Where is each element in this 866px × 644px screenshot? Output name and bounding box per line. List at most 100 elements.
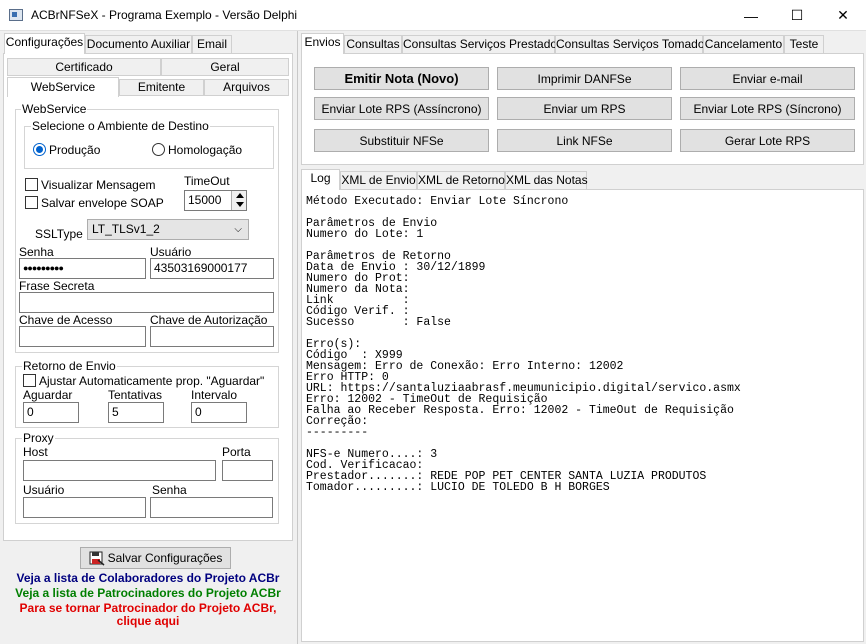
log-tabstrip: Log XML de Envio XML de Retorno XML das … xyxy=(301,169,601,191)
tab-consultas-prestados[interactable]: Consultas Serviços Prestados xyxy=(402,35,563,54)
ssltype-value: LT_TLSv1_2 xyxy=(92,222,160,236)
enviar-lote-sincrono-button[interactable]: Enviar Lote RPS (Síncrono) xyxy=(680,97,855,120)
save-icon xyxy=(89,551,105,566)
chave-autorizacao-label: Chave de Autorização xyxy=(150,313,268,327)
clique-aqui-link[interactable]: clique aqui xyxy=(0,614,296,628)
enviar-email-button[interactable]: Enviar e-mail xyxy=(680,67,855,90)
proxy-senha-input[interactable] xyxy=(150,497,273,518)
tab-log[interactable]: Log xyxy=(301,169,340,190)
tornar-patrocinador-link[interactable]: Para se tornar Patrocinador do Projeto A… xyxy=(0,601,296,615)
chave-acesso-label: Chave de Acesso xyxy=(19,313,113,327)
usuario-input[interactable]: 43503169000177 xyxy=(150,258,274,279)
log-line: Correção: xyxy=(306,415,369,428)
timeout-spinner[interactable] xyxy=(231,191,246,210)
tab-certificado[interactable]: Certificado xyxy=(7,58,161,76)
tab-cancelamento[interactable]: Cancelamento xyxy=(703,35,784,54)
tab-email[interactable]: Email xyxy=(192,35,232,54)
tab-documento-auxiliar[interactable]: Documento Auxiliar xyxy=(85,35,192,54)
host-input[interactable] xyxy=(23,460,216,481)
producao-label: Produção xyxy=(49,143,101,157)
porta-input[interactable] xyxy=(222,460,273,481)
proxy-senha-label: Senha xyxy=(152,483,187,497)
proxy-usuario-label: Usuário xyxy=(23,483,65,497)
homologacao-radio[interactable] xyxy=(152,143,165,156)
porta-label: Porta xyxy=(222,445,251,459)
chave-acesso-input[interactable] xyxy=(19,326,146,347)
senha-value: ●●●●●●●●● xyxy=(23,263,64,273)
tab-webservice[interactable]: WebService xyxy=(7,77,119,97)
splitter[interactable] xyxy=(297,31,298,644)
tab-configuracoes[interactable]: Configurações xyxy=(4,33,85,54)
chevron-down-icon: ⌵ xyxy=(234,224,242,235)
ajustar-checkbox[interactable] xyxy=(23,374,36,387)
log-line: Numero do Lote: 1 xyxy=(306,228,424,241)
salvar-envelope-checkbox[interactable] xyxy=(25,196,38,209)
tab-arquivos[interactable]: Arquivos xyxy=(204,79,289,96)
frase-secreta-label: Frase Secreta xyxy=(19,279,95,293)
tab-xml-notas[interactable]: XML das Notas xyxy=(505,171,588,190)
timeout-label: TimeOut xyxy=(184,174,230,188)
title-bar: ACBrNFSeX - Programa Exemplo - Versão De… xyxy=(0,0,866,31)
log-line: Falha ao Receber Resposta. Erro: 12002 -… xyxy=(306,404,734,417)
tab-consultas[interactable]: Consultas xyxy=(344,35,402,54)
imprimir-danfse-button[interactable]: Imprimir DANFSe xyxy=(497,67,672,90)
retorno-title: Retorno de Envio xyxy=(22,359,117,373)
frase-secreta-input[interactable] xyxy=(19,292,274,313)
colaboradores-link[interactable]: Veja a lista de Colaboradores do Projeto… xyxy=(0,571,296,585)
webservice-group-title: WebService xyxy=(21,102,88,116)
intervalo-label: Intervalo xyxy=(191,388,238,402)
log-text: Método Executado: Enviar Lote Síncrono P… xyxy=(306,195,856,494)
ssltype-select[interactable]: LT_TLSv1_2 ⌵ xyxy=(87,219,249,240)
ambiente-title: Selecione o Ambiente de Destino xyxy=(31,119,210,133)
proxy-usuario-input[interactable] xyxy=(23,497,146,518)
gerar-lote-rps-button[interactable]: Gerar Lote RPS xyxy=(680,129,855,152)
salvar-envelope-label: Salvar envelope SOAP xyxy=(41,196,164,210)
salvar-configuracoes-button[interactable]: Salvar Configurações xyxy=(80,547,231,569)
ssltype-label: SSLType xyxy=(35,227,83,241)
usuario-value: 43503169000177 xyxy=(154,261,248,275)
log-line: Sucesso : False xyxy=(306,316,451,329)
maximize-icon[interactable]: ☐ xyxy=(774,0,820,31)
producao-radio[interactable] xyxy=(33,143,46,156)
tab-xml-envio[interactable]: XML de Envio xyxy=(340,171,417,190)
homologacao-label: Homologação xyxy=(168,143,243,157)
timeout-value: 15000 xyxy=(188,193,222,207)
enviar-lote-assincrono-button[interactable]: Enviar Lote RPS (Assíncrono) xyxy=(314,97,489,120)
tentativas-label: Tentativas xyxy=(108,388,163,402)
patrocinadores-link[interactable]: Veja a lista de Patrocinadores do Projet… xyxy=(0,586,296,600)
app-icon xyxy=(9,9,23,21)
usuario-label: Usuário xyxy=(150,245,192,259)
visualizar-checkbox[interactable] xyxy=(25,178,38,191)
tab-teste[interactable]: Teste xyxy=(784,35,824,54)
log-panel[interactable]: Método Executado: Enviar Lote Síncrono P… xyxy=(301,189,864,642)
log-line: Método Executado: Enviar Lote Síncrono xyxy=(306,195,569,208)
emitir-nota-button[interactable]: Emitir Nota (Novo) xyxy=(314,67,489,90)
link-nfse-button[interactable]: Link NFSe xyxy=(497,129,672,152)
senha-input[interactable]: ●●●●●●●●● xyxy=(19,258,146,279)
intervalo-input[interactable]: 0 xyxy=(191,402,247,423)
config-tabstrip: Certificado Geral WebService Emitente Ar… xyxy=(7,58,289,97)
log-line: --------- xyxy=(306,426,369,439)
aguardar-input[interactable]: 0 xyxy=(23,402,79,423)
tab-emitente[interactable]: Emitente xyxy=(119,79,204,96)
tentativas-input[interactable]: 5 xyxy=(108,402,164,423)
ajustar-label: Ajustar Automaticamente prop. "Aguardar" xyxy=(39,374,265,388)
enviar-um-rps-button[interactable]: Enviar um RPS xyxy=(497,97,672,120)
right-tabstrip: Envios Consultas Consultas Serviços Pres… xyxy=(301,33,861,55)
window-title: ACBrNFSeX - Programa Exemplo - Versão De… xyxy=(31,8,298,22)
chave-autorizacao-input[interactable] xyxy=(150,326,274,347)
host-label: Host xyxy=(23,445,48,459)
spin-up-icon[interactable] xyxy=(236,193,244,198)
tab-consultas-tomados[interactable]: Consultas Serviços Tomados xyxy=(555,35,711,54)
substituir-nfse-button[interactable]: Substituir NFSe xyxy=(314,129,489,152)
senha-label: Senha xyxy=(19,245,54,259)
proxy-title: Proxy xyxy=(22,431,55,445)
tab-envios[interactable]: Envios xyxy=(301,33,344,54)
close-icon[interactable]: ✕ xyxy=(820,0,866,31)
log-line: Tomador.........: LUCIO DE TOLEDO B H BO… xyxy=(306,481,610,494)
tab-xml-retorno[interactable]: XML de Retorno xyxy=(417,171,505,190)
spin-down-icon[interactable] xyxy=(236,202,244,207)
minimize-icon[interactable]: — xyxy=(728,0,774,31)
tab-geral[interactable]: Geral xyxy=(161,58,289,76)
